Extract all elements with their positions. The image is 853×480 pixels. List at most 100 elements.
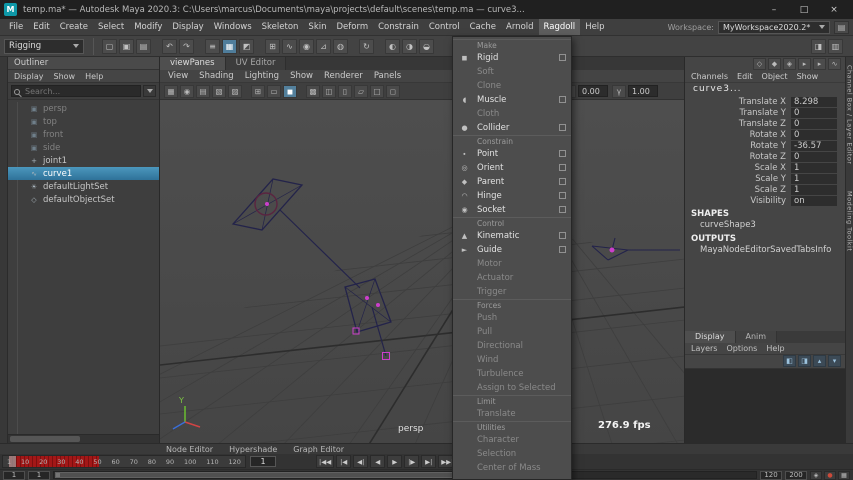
hyperbolic-icon[interactable]: ∿ [828,58,841,70]
attribute-name[interactable]: Scale Y [685,174,791,184]
menubar-item[interactable]: Create [55,19,93,35]
manip-invert-icon[interactable]: ◈ [783,58,796,70]
selected-node-name[interactable]: curve3... [685,83,845,96]
outliner-menu-item[interactable]: Show [54,72,76,81]
snap-curve-icon[interactable]: ∿ [282,39,297,54]
channelbox-toggle-icon[interactable]: ▥ [828,39,843,54]
outliner-item[interactable]: ▣ persp [8,102,159,115]
attribute-value-field[interactable]: 0 [791,119,837,129]
make-live-icon[interactable]: ◍ [333,39,348,54]
scrollbar-thumb[interactable] [10,436,80,442]
menubar-item[interactable]: Display [167,19,208,35]
snap-plane-icon[interactable]: ⊿ [316,39,331,54]
outliner-item[interactable]: + joint1 [8,154,159,167]
layer-editor-menu-item[interactable]: Layers [691,344,717,353]
ragdoll-menu-item[interactable]: Turbulence [453,367,571,381]
viewport-tab[interactable]: UV Editor [226,57,287,70]
speed-slow-icon[interactable]: ▸ [798,58,811,70]
new-layer-from-selected-icon[interactable]: ◨ [798,355,811,367]
ragdoll-menu-item[interactable]: Forces [453,299,571,311]
menubar-item[interactable]: Select [93,19,129,35]
ragdoll-menu-item[interactable]: Character [453,433,571,447]
menubar-item[interactable]: Arnold [501,19,539,35]
play-backwards-button[interactable]: ◀ [370,455,385,468]
attribute-value-field[interactable]: 1 [791,163,837,173]
output-node-name[interactable]: MayaNodeEditorSavedTabsInfo [685,245,845,256]
option-box[interactable] [559,96,566,103]
render-icon[interactable]: ◐ [385,39,400,54]
ragdoll-menu-item[interactable]: Clone [453,79,571,93]
attribute-value-field[interactable]: 8.298 [791,97,837,107]
viewport-menu-item[interactable]: View [168,71,188,81]
snap-point-icon[interactable]: ◉ [299,39,314,54]
minimize-button[interactable]: – [759,0,789,19]
select-component-icon[interactable]: ◩ [239,39,254,54]
undo-icon[interactable]: ↶ [162,39,177,54]
outliner-item[interactable]: ☀ defaultLightSet [8,180,159,193]
ragdoll-menu-item[interactable]: Center of Mass [453,461,571,475]
option-box[interactable] [559,54,566,61]
menubar-item[interactable]: Ragdoll [539,19,581,35]
menubar-item[interactable]: File [4,19,28,35]
bottom-panel-tab[interactable]: Node Editor [166,445,213,454]
ragdoll-menu-item[interactable]: ◖ Muscle [453,93,571,107]
ragdoll-menu-item[interactable]: Soft [453,65,571,79]
menubar-item[interactable]: Skin [303,19,331,35]
step-forward-frame-button[interactable]: ▶| [421,455,436,468]
save-scene-icon[interactable]: ▤ [136,39,151,54]
channel-box-menu-item[interactable]: Object [762,72,788,81]
ragdoll-menu-item[interactable]: Actuator [453,271,571,285]
option-box[interactable] [559,232,566,239]
ragdoll-menu-item[interactable]: Utilities [453,421,571,433]
channel-box-menu-item[interactable]: Channels [691,72,728,81]
viewport-scene[interactable] [160,100,684,443]
gamma-icon[interactable]: γ [612,85,626,98]
ragdoll-menu-item[interactable]: Directional [453,339,571,353]
anim-preferences-icon[interactable]: ▦ [838,471,850,480]
current-frame-field[interactable]: 1 [250,456,276,467]
attribute-value-field[interactable]: -36.57 [791,141,837,151]
animation-start-field[interactable]: 1 [3,471,25,480]
outliner-item[interactable]: ▣ top [8,115,159,128]
ragdoll-menu-item[interactable]: ∙ Point [453,147,571,161]
left-dock-strip[interactable] [0,57,8,443]
speed-fast-icon[interactable]: ▸ [813,58,826,70]
menubar-item[interactable]: Constrain [373,19,424,35]
outliner-item[interactable]: ∿ curve1 [8,167,159,180]
manip-default-icon[interactable]: ◇ [753,58,766,70]
close-button[interactable]: × [819,0,849,19]
range-slider-track[interactable] [53,471,757,479]
option-box[interactable] [559,246,566,253]
viewport-tab[interactable]: viewPanes [160,57,226,70]
ragdoll-menu-item[interactable]: ◠ Hinge [453,189,571,203]
attribute-value-field[interactable]: 1 [791,174,837,184]
anti-alias-icon[interactable]: ◻ [386,85,400,98]
attribute-value-field[interactable]: 0 [791,152,837,162]
outliner-menu-item[interactable]: Help [85,72,103,81]
play-forward-button[interactable]: ▶ [387,455,402,468]
playback-end-field[interactable]: 120 [760,471,782,480]
go-to-start-button[interactable]: |◀◀ [316,455,334,468]
ragdoll-menu-item[interactable]: ◼ Rigid [453,51,571,65]
open-scene-icon[interactable]: ▣ [119,39,134,54]
menubar-item[interactable]: Modify [129,19,167,35]
outliner-panel-title[interactable]: Outliner [8,57,159,70]
textured-icon[interactable]: ▩ [306,85,320,98]
attribute-name[interactable]: Rotate Z [685,152,791,162]
shaded-icon[interactable]: ◼ [283,85,297,98]
ragdoll-menu-item[interactable]: Constrain [453,135,571,147]
viewport-menu-item[interactable]: Shading [199,71,234,81]
option-box[interactable] [559,164,566,171]
viewport-canvas[interactable]: Y persp 276.9 fps [160,100,684,443]
move-layer-down-icon[interactable]: ▾ [828,355,841,367]
viewport-menu-item[interactable]: Lighting [245,71,279,81]
manip-no-icon[interactable]: ◆ [768,58,781,70]
menubar-item[interactable]: Help [580,19,609,35]
pan-zoom-icon[interactable]: ⊞ [251,85,265,98]
ragdoll-menu-item[interactable]: Limit [453,395,571,407]
option-box[interactable] [559,124,566,131]
attribute-name[interactable]: Scale Z [685,185,791,195]
ragdoll-menu-item[interactable]: ◉ Socket [453,203,571,217]
render-settings-icon[interactable]: ◒ [419,39,434,54]
outliner-item[interactable]: ◇ defaultObjectSet [8,193,159,206]
